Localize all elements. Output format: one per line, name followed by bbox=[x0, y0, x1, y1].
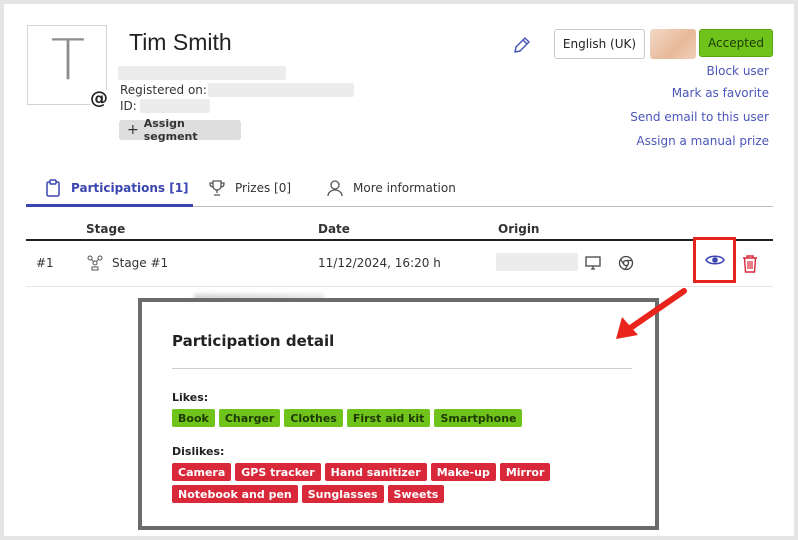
mark-favorite-link[interactable]: Mark as favorite bbox=[672, 86, 769, 100]
participation-detail-modal: Participation detail Likes: Book Charger… bbox=[138, 298, 659, 530]
dislikes-label: Dislikes: bbox=[172, 445, 225, 458]
trophy-icon bbox=[209, 180, 225, 196]
id-label: ID: bbox=[120, 99, 137, 113]
dislike-tag: Hand sanitizer bbox=[324, 463, 427, 481]
tab-participations[interactable]: Participations [1] bbox=[44, 170, 189, 206]
stage-icon bbox=[87, 255, 103, 271]
assign-prize-link[interactable]: Assign a manual prize bbox=[636, 134, 769, 148]
dislike-tag: Sweets bbox=[387, 485, 445, 503]
dislike-tag: Camera bbox=[172, 463, 232, 481]
desktop-icon bbox=[585, 256, 601, 270]
avatar-letter: T bbox=[50, 28, 86, 93]
table-header-divider bbox=[26, 239, 773, 241]
redacted-email bbox=[118, 66, 286, 80]
tab-prizes[interactable]: Prizes [0] bbox=[208, 170, 291, 206]
row-number: #1 bbox=[36, 256, 54, 270]
redacted-registration-date bbox=[208, 83, 354, 97]
language-select[interactable]: English (UK) bbox=[554, 29, 645, 59]
tab-more-information-label: More information bbox=[353, 181, 456, 195]
dislikes-tags: Camera GPS tracker Hand sanitizer Make-u… bbox=[172, 463, 602, 503]
column-header-origin: Origin bbox=[498, 222, 540, 236]
tab-prizes-label: Prizes [0] bbox=[235, 181, 292, 195]
assign-segment-button[interactable]: + Assign segment bbox=[119, 117, 241, 143]
registered-label: Registered on: bbox=[120, 83, 207, 97]
plus-icon: + bbox=[127, 122, 139, 138]
status-badge[interactable]: Accepted bbox=[699, 29, 773, 57]
dislike-tag: Make-up bbox=[430, 463, 496, 481]
user-profile-card: T @ Tim Smith Registered on: ID: + Assig… bbox=[4, 4, 794, 536]
active-tab-indicator bbox=[26, 204, 193, 207]
modal-title: Participation detail bbox=[172, 332, 335, 350]
tab-participations-label: Participations [1] bbox=[71, 181, 189, 195]
tab-bar: Participations [1] Prizes [0] More infor… bbox=[26, 170, 773, 207]
dislike-tag: Mirror bbox=[499, 463, 551, 481]
trash-icon[interactable] bbox=[741, 254, 759, 274]
modal-divider bbox=[172, 368, 632, 369]
view-detail-highlight bbox=[693, 237, 736, 283]
likes-label: Likes: bbox=[172, 391, 209, 404]
column-header-stage: Stage bbox=[86, 222, 126, 236]
dislike-tag: GPS tracker bbox=[235, 463, 321, 481]
email-at-icon: @ bbox=[90, 88, 108, 109]
like-tag: Charger bbox=[218, 409, 281, 427]
user-name: Tim Smith bbox=[129, 29, 232, 55]
column-header-date: Date bbox=[318, 222, 350, 236]
redacted-id bbox=[140, 99, 210, 113]
row-date: 11/12/2024, 16:20 h bbox=[318, 256, 441, 270]
like-tag: Smartphone bbox=[434, 409, 523, 427]
like-tag: Clothes bbox=[284, 409, 343, 427]
eye-icon[interactable] bbox=[704, 253, 725, 267]
like-tag: First aid kit bbox=[346, 409, 431, 427]
pencil-icon[interactable] bbox=[512, 35, 532, 55]
chrome-icon bbox=[618, 255, 634, 271]
annotation-arrow bbox=[616, 288, 687, 339]
block-user-link[interactable]: Block user bbox=[707, 64, 769, 78]
likes-tags: Book Charger Clothes First aid kit Smart… bbox=[172, 409, 602, 427]
tab-more-information[interactable]: More information bbox=[326, 170, 456, 206]
dislike-tag: Notebook and pen bbox=[172, 485, 298, 503]
assign-segment-label: Assign segment bbox=[143, 117, 198, 143]
redacted-origin bbox=[496, 253, 578, 271]
dislike-tag: Sunglasses bbox=[301, 485, 384, 503]
user-icon bbox=[327, 180, 343, 197]
redacted-image bbox=[650, 29, 696, 59]
send-email-link[interactable]: Send email to this user bbox=[630, 110, 769, 124]
clipboard-icon bbox=[46, 179, 60, 197]
row-stage: Stage #1 bbox=[112, 256, 169, 270]
like-tag: Book bbox=[172, 409, 215, 427]
